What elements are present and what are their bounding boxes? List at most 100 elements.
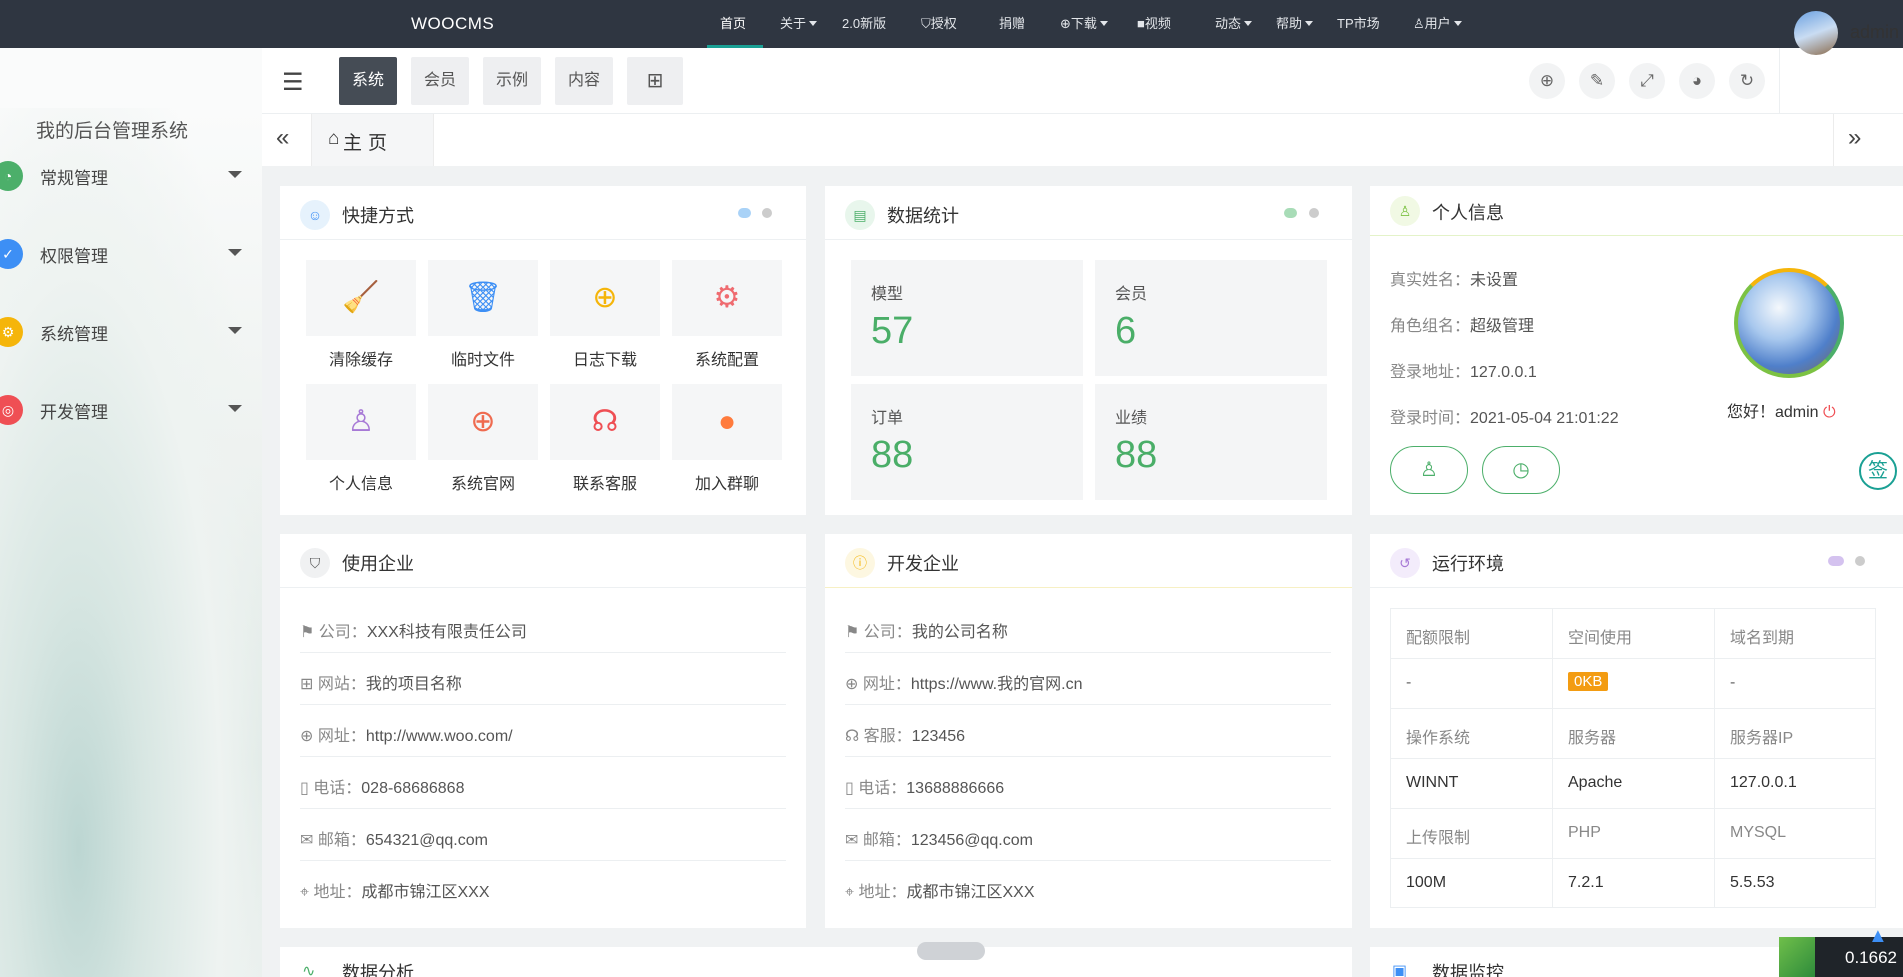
space-usage-badge: 0KB: [1568, 672, 1609, 691]
url-row: ⊕ 网址：http://www.woo.com/: [300, 722, 513, 746]
carousel-dot[interactable]: [738, 208, 751, 218]
nav-tp-market[interactable]: TP市场: [1337, 0, 1380, 48]
carousel-dot[interactable]: [1828, 556, 1844, 566]
log-download-button[interactable]: ⊕: [550, 260, 660, 336]
row-divider: [300, 756, 786, 757]
chart-icon: ∿: [302, 963, 316, 977]
nav-donate[interactable]: 捐赠: [999, 0, 1025, 48]
menu-toggle-icon[interactable]: ☰: [282, 68, 304, 97]
clear-cache-button[interactable]: 🧹: [306, 260, 416, 336]
field-value: 028-68686868: [361, 780, 465, 797]
video-icon: ■: [1137, 16, 1145, 31]
field-value: 我的项目名称: [365, 676, 462, 693]
field-label: 邮箱：: [862, 832, 911, 849]
join-group-button[interactable]: ●: [672, 384, 782, 460]
document-icon: ▤: [845, 200, 875, 230]
tab-system[interactable]: 系统: [339, 57, 398, 105]
nav-help[interactable]: 帮助: [1276, 0, 1314, 48]
field-label: 电话：: [313, 780, 362, 797]
carousel-dot[interactable]: [762, 208, 772, 218]
row-divider: [300, 860, 786, 861]
table-cell: 7.2.1: [1568, 874, 1604, 891]
brush-icon[interactable]: ✎: [1579, 63, 1615, 99]
sidebar-item-general[interactable]: ◔ 常规管理: [0, 152, 262, 192]
stat-value: 57: [871, 310, 914, 352]
field-value[interactable]: https://www.我的官网.cn: [911, 676, 1083, 693]
field-label: 客服：: [863, 728, 912, 745]
profile-button[interactable]: ♙: [306, 384, 416, 460]
tab-example[interactable]: 示例: [483, 57, 542, 105]
carousel-dot[interactable]: [1309, 208, 1319, 218]
field-value[interactable]: http://www.woo.com/: [366, 728, 513, 745]
official-site-button[interactable]: ⊕: [428, 384, 538, 460]
card-title: 个人信息: [1432, 203, 1504, 223]
page-indicator[interactable]: [917, 942, 985, 960]
row-divider: [300, 808, 786, 809]
field-label: 网址：: [862, 676, 911, 693]
field-label: 登录地址：: [1390, 364, 1471, 381]
stat-performance[interactable]: 业绩 88: [1095, 384, 1327, 500]
sidebar-item-system[interactable]: ⚙ 系统管理: [0, 308, 262, 348]
tab-member[interactable]: 会员: [411, 57, 470, 105]
avatar[interactable]: [1794, 11, 1838, 55]
email-row: ✉ 邮箱：123456@qq.com: [845, 826, 1033, 850]
flag-icon: ⚑: [845, 624, 864, 641]
sidebar-item-label: 常规管理: [40, 169, 108, 188]
history-button[interactable]: ◷: [1482, 446, 1560, 494]
nav-news[interactable]: 动态: [1215, 0, 1253, 48]
card-header: ⛉ 使用企业: [280, 534, 806, 588]
shortcut-label: 系统配置: [694, 352, 759, 369]
sidebar-item-dev[interactable]: ◎ 开发管理: [0, 386, 262, 426]
temp-files-button[interactable]: 🗑: [428, 260, 538, 336]
stats-card: ▤ 数据统计 模型 57 会员 6 订单 88 业绩 88: [825, 186, 1352, 515]
table-header-cell: 空间使用: [1568, 630, 1633, 647]
scroll-right-icon[interactable]: »: [1848, 124, 1861, 152]
palette-icon[interactable]: ◕: [1679, 63, 1715, 99]
header-divider: [1779, 48, 1780, 114]
address-row: ⌖ 地址：成都市锦江区XXX: [845, 878, 1035, 902]
table-cell: 0KB: [1568, 672, 1609, 691]
nav-video[interactable]: ■视频: [1137, 0, 1171, 48]
stat-member[interactable]: 会员 6: [1095, 260, 1327, 376]
card-header: ↺ 运行环境: [1370, 534, 1903, 588]
download-icon: ⊕: [592, 281, 618, 314]
shortcut-label: 临时文件: [450, 352, 515, 369]
field-value: 我的公司名称: [911, 624, 1008, 641]
gear-icon: ⚙: [713, 281, 741, 314]
customer-service-button[interactable]: ☊: [550, 384, 660, 460]
nav-user-label: 用户: [1424, 16, 1451, 31]
admin-username[interactable]: admin: [1850, 22, 1899, 43]
nav-download-label: 下载: [1070, 16, 1097, 31]
download-icon: ⊕: [1060, 16, 1071, 31]
nav-about[interactable]: 关于: [780, 0, 818, 48]
nav-license[interactable]: ⛉授权: [921, 0, 957, 48]
nav-home[interactable]: 首页: [720, 0, 746, 48]
nav-user[interactable]: ♙用户: [1413, 0, 1462, 48]
globe-icon[interactable]: ⊕: [1529, 63, 1565, 99]
user-profile-button[interactable]: ♙: [1390, 446, 1468, 494]
tab-home-label: 主页: [343, 133, 394, 154]
field-value: 123456@qq.com: [910, 832, 1033, 849]
fullscreen-icon[interactable]: ⤢: [1629, 63, 1665, 99]
refresh-icon[interactable]: ↻: [1729, 63, 1765, 99]
system-config-button[interactable]: ⚙: [672, 260, 782, 336]
rocket-icon[interactable]: ▲: [1868, 925, 1888, 948]
caret-down-icon: [228, 405, 242, 412]
stat-order[interactable]: 订单 88: [851, 384, 1083, 500]
carousel-dot[interactable]: [1855, 556, 1865, 566]
user-icon: ♙: [1420, 459, 1438, 481]
carousel-dot[interactable]: [1284, 208, 1297, 218]
sign-in-button[interactable]: 签: [1859, 452, 1897, 490]
stat-value: 88: [871, 434, 914, 476]
power-icon[interactable]: ⏻: [1823, 404, 1836, 421]
stat-model[interactable]: 模型 57: [851, 260, 1083, 376]
tab-content[interactable]: 内容: [555, 57, 614, 105]
apps-icon[interactable]: ⊞: [627, 57, 683, 105]
nav-download[interactable]: ⊕下载: [1060, 0, 1108, 48]
sidebar: 我的后台管理系统 ◔ 常规管理 ✓ 权限管理 ⚙ 系统管理 ◎ 开发管理: [0, 48, 262, 977]
nav-new-version[interactable]: 2.0新版: [842, 0, 886, 48]
sidebar-item-permissions[interactable]: ✓ 权限管理: [0, 230, 262, 270]
clock-icon: ◷: [1512, 459, 1530, 481]
brand-logo[interactable]: WOOCMS: [411, 14, 494, 34]
scroll-left-icon[interactable]: «: [276, 124, 289, 152]
